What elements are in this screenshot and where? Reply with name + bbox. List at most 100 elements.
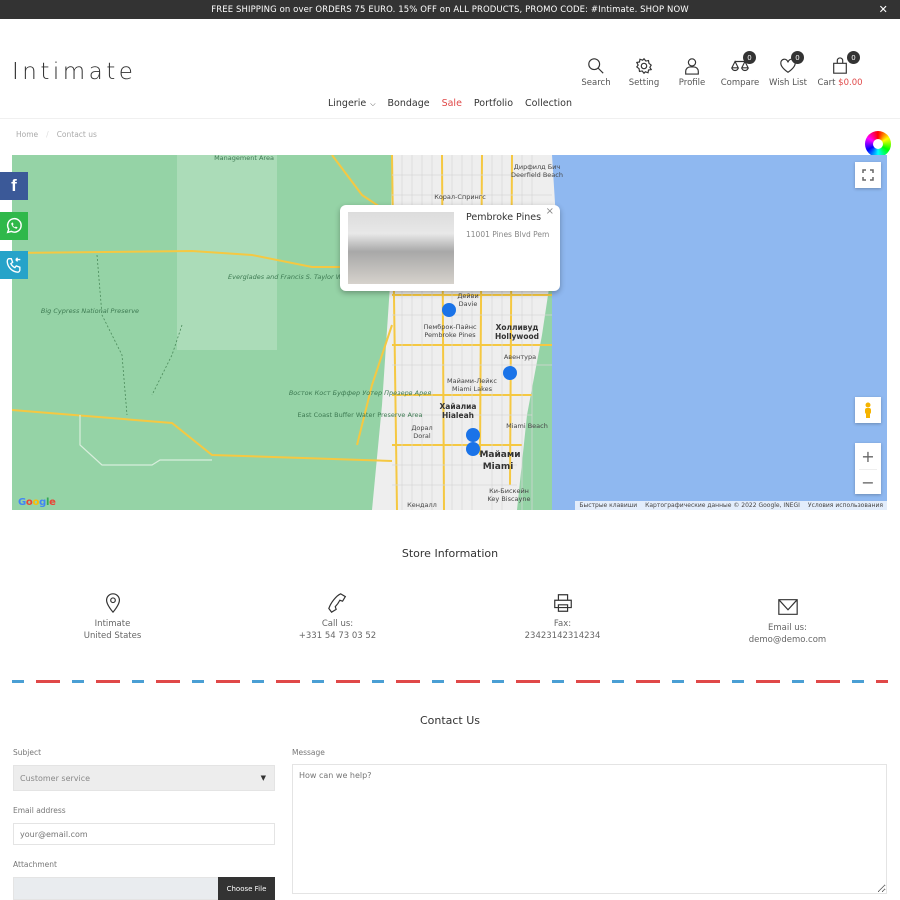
- pegman-icon: [865, 402, 871, 418]
- store-information: Intimate United States Call us: +331 54 …: [0, 592, 900, 646]
- airmail-divider: [12, 680, 888, 683]
- store-country: United States: [83, 631, 142, 641]
- map-label: Deerfield Beach: [511, 171, 563, 179]
- profile-button[interactable]: Profile: [668, 57, 716, 88]
- whatsapp-icon: [6, 217, 22, 234]
- terms-link[interactable]: Условия использования: [808, 502, 883, 509]
- breadcrumb: Home / Contact us: [0, 119, 900, 149]
- store-info-email: Email us: demo@demo.com: [675, 596, 900, 646]
- phone-icon: [327, 593, 346, 613]
- wishlist-button[interactable]: 0 Wish List: [764, 51, 812, 88]
- map-label: Дейви: [457, 292, 478, 300]
- map[interactable]: Management Area Дирфилд Бич Deerfield Be…: [12, 155, 887, 510]
- email-address[interactable]: demo@demo.com: [749, 634, 826, 646]
- map-marker-pembroke[interactable]: [442, 303, 456, 317]
- map-info-window: Pembroke Pines 11001 Pines Blvd Pem ×: [340, 205, 560, 291]
- map-label: Авентура: [504, 353, 536, 361]
- map-label: Miami: [483, 462, 514, 472]
- compare-button[interactable]: 0 Compare: [716, 51, 764, 88]
- map-label: Пемброк-Пайнс: [423, 323, 477, 331]
- cart-badge: 0: [847, 51, 860, 64]
- store-info-fax: Fax: 23423142314234: [450, 592, 675, 646]
- location-pin-icon: [105, 593, 120, 614]
- store-info-phone: Call us: +331 54 73 03 52: [225, 592, 450, 646]
- ocean: [552, 155, 887, 510]
- breadcrumb-separator: /: [46, 129, 49, 139]
- logo[interactable]: Intimate: [12, 59, 136, 85]
- map-label: Big Cypress National Preserve: [41, 307, 139, 315]
- facebook-button[interactable]: f: [0, 172, 28, 200]
- envelope-icon: [777, 599, 798, 615]
- profile-label: Profile: [678, 78, 706, 88]
- promo-bar: FREE SHIPPING on over ORDERS 75 EURO. 15…: [0, 0, 900, 19]
- keyboard-shortcuts-link[interactable]: Быстрые клавиши: [579, 502, 637, 509]
- map-label: Ки-Бискейн: [489, 487, 529, 495]
- map-label: Miami Beach: [506, 422, 548, 430]
- setting-label: Setting: [628, 78, 660, 88]
- email-us-label: Email us:: [768, 623, 807, 633]
- nav-item-sale[interactable]: Sale: [442, 98, 462, 109]
- close-icon[interactable]: ×: [546, 206, 554, 217]
- map-marker-aventura[interactable]: [503, 366, 517, 380]
- contact-us-title: Contact Us: [419, 714, 481, 727]
- zoom-in-button[interactable]: +: [861, 444, 874, 469]
- store-photo: [348, 212, 454, 284]
- whatsapp-button[interactable]: [0, 212, 28, 240]
- breadcrumb-home[interactable]: Home: [16, 130, 38, 139]
- nav-item-bondage[interactable]: Bondage: [388, 98, 430, 109]
- cart-label-wrap: Cart $0.00: [817, 78, 862, 88]
- email-label: Email address: [13, 806, 66, 815]
- choose-file-button[interactable]: Choose File: [218, 877, 275, 900]
- nav-item-lingerie[interactable]: Lingerie ⌵: [328, 98, 376, 109]
- store-name: Intimate: [94, 619, 131, 629]
- map-label: Management Area: [214, 155, 274, 162]
- nav-item-portfolio[interactable]: Portfolio: [474, 98, 513, 109]
- map-label: Davie: [459, 300, 478, 308]
- map-label: Майами: [479, 450, 520, 460]
- store-info-address: Intimate United States: [0, 592, 225, 646]
- map-label: Корал-Спрингс: [434, 193, 486, 201]
- map-label: Дорал: [411, 424, 432, 432]
- main-nav: Lingerie ⌵ Bondage Sale Portfolio Collect…: [0, 89, 900, 119]
- nav-item-collection[interactable]: Collection: [525, 98, 572, 109]
- map-label: Doral: [413, 432, 431, 440]
- fax-number: 23423142314234: [524, 631, 601, 641]
- map-label: Key Biscayne: [487, 495, 530, 503]
- google-logo: Google: [18, 497, 56, 508]
- fullscreen-button[interactable]: [855, 162, 881, 188]
- subject-select[interactable]: Customer service ▼: [13, 765, 275, 791]
- search-icon: [588, 58, 604, 74]
- cart-button[interactable]: 0 Cart $0.00: [812, 51, 868, 88]
- map-marker-miami-2[interactable]: [466, 442, 480, 456]
- color-picker-icon[interactable]: [865, 131, 891, 157]
- zoom-controls: + −: [855, 443, 881, 494]
- wishlist-label: Wish List: [769, 78, 807, 88]
- attachment-input[interactable]: Choose File: [13, 877, 275, 900]
- close-icon[interactable]: ✕: [879, 3, 888, 16]
- setting-button[interactable]: Setting: [620, 57, 668, 88]
- street-view-pegman[interactable]: [855, 397, 881, 423]
- store-information-title: Store Information: [401, 547, 499, 560]
- map-attribution: Быстрые клавиши Картографические данные …: [575, 501, 887, 510]
- fullscreen-icon: [862, 169, 874, 181]
- map-data-text: Картографические данные © 2022 Google, I…: [645, 502, 800, 509]
- promo-text[interactable]: FREE SHIPPING on over ORDERS 75 EURO. 15…: [211, 5, 689, 15]
- search-button[interactable]: Search: [572, 57, 620, 88]
- map-label: Дирфилд Бич: [514, 163, 561, 171]
- cart-label: Cart: [817, 78, 836, 88]
- phone-callback-icon: [6, 257, 21, 273]
- callback-button[interactable]: [0, 251, 28, 279]
- map-label: Hialeah: [442, 411, 474, 420]
- subject-value: Customer service: [20, 773, 91, 783]
- chevron-down-icon: ⌵: [370, 100, 376, 108]
- message-textarea[interactable]: [292, 764, 887, 894]
- breadcrumb-current: Contact us: [56, 129, 97, 139]
- phone-number[interactable]: +331 54 73 03 52: [299, 630, 376, 642]
- info-window-address: 11001 Pines Blvd Pem: [466, 230, 550, 239]
- printer-icon: [553, 594, 572, 612]
- map-label: East Coast Buffer Water Preserve Area: [298, 411, 423, 419]
- email-input[interactable]: [13, 823, 275, 845]
- map-marker-miami-1[interactable]: [466, 428, 480, 442]
- compare-label: Compare: [720, 78, 760, 88]
- zoom-out-button[interactable]: −: [859, 468, 877, 494]
